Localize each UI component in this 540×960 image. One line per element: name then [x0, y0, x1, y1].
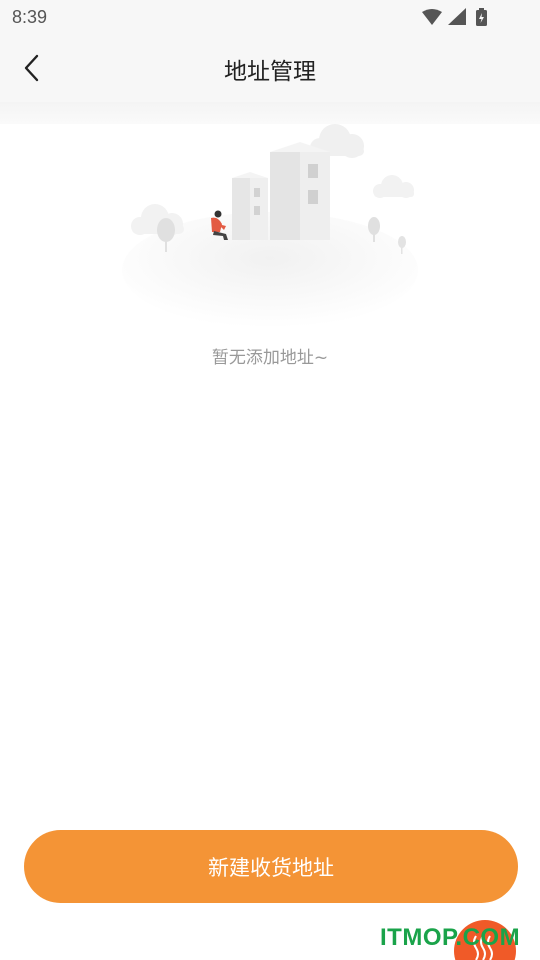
- status-bar: 8:39: [0, 0, 540, 36]
- building-short: [232, 172, 268, 240]
- signal-icon: [448, 8, 466, 25]
- empty-state-message: 暂无添加地址~: [211, 348, 329, 368]
- status-icons: [420, 8, 500, 28]
- battery-charging-icon: [476, 8, 487, 26]
- wifi-icon: [422, 9, 442, 25]
- nav-bar: 地址管理: [0, 36, 540, 102]
- status-time: 8:39: [12, 7, 48, 27]
- cloud: [373, 175, 414, 198]
- watermark-logo: ITMOP.COM: [380, 918, 540, 960]
- watermark-text: ITMOP.COM: [380, 924, 521, 951]
- empty-buildings-illustration: [120, 120, 420, 330]
- page-title: 地址管理: [224, 59, 316, 85]
- building-tall: [270, 142, 330, 240]
- new-address-button[interactable]: 新建收货地址: [24, 830, 518, 903]
